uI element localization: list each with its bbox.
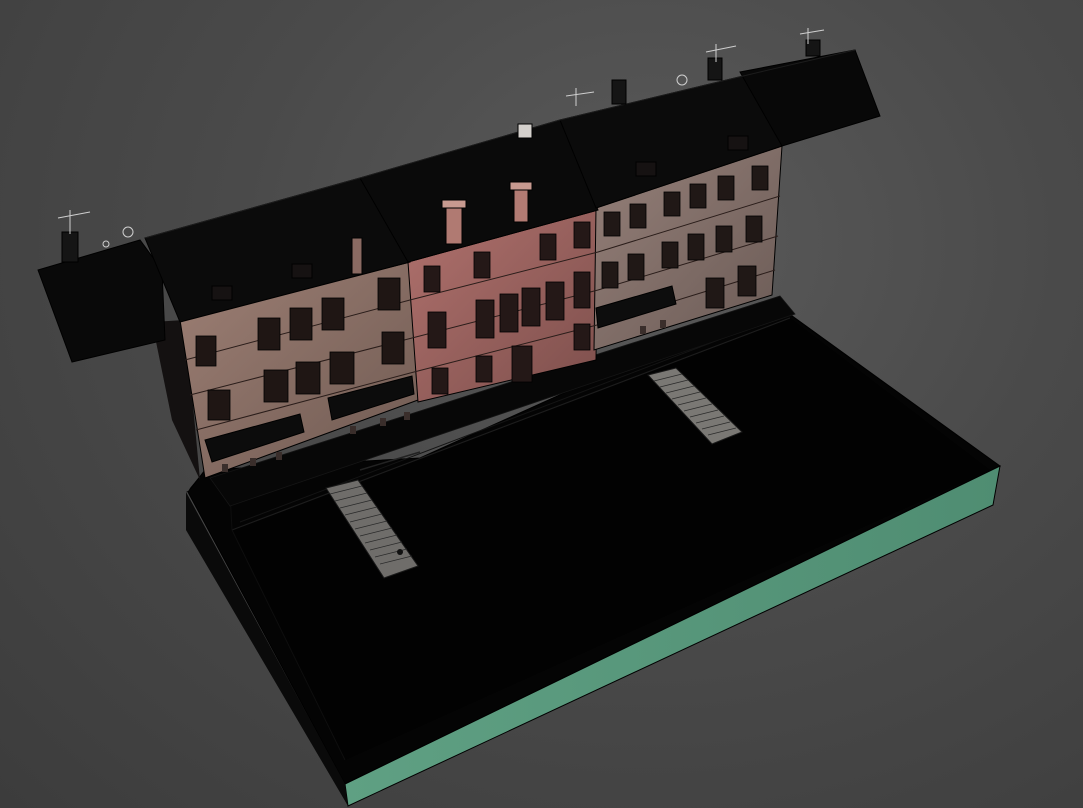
scene-canvas[interactable] xyxy=(0,0,1083,808)
3d-viewport[interactable] xyxy=(0,0,1083,808)
